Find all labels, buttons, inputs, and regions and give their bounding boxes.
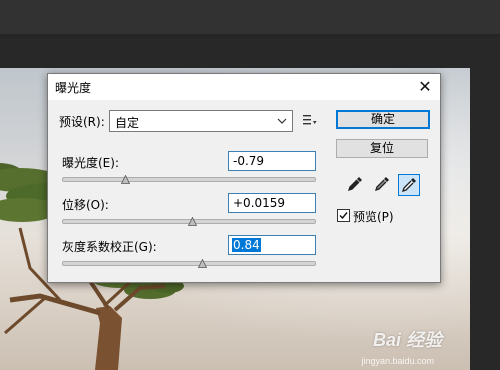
dialog-titlebar[interactable]: 曝光度 ✕ — [48, 74, 440, 100]
offset-label: 位移(O): — [62, 198, 109, 212]
exposure-slider-track[interactable] — [62, 177, 316, 182]
white-point-eyedropper-icon[interactable] — [398, 174, 420, 196]
gamma-label: 灰度系数校正(G): — [62, 240, 157, 254]
exposure-label: 曝光度(E): — [62, 156, 119, 170]
preview-label: 预览(P) — [353, 210, 394, 224]
exposure-value: -0.79 — [233, 154, 265, 168]
preset-select[interactable]: 自定 — [109, 110, 293, 132]
preset-options-icon[interactable] — [302, 113, 318, 127]
workspace-gutter — [470, 38, 500, 370]
preset-label: 预设(R): — [59, 115, 105, 129]
preset-value: 自定 — [115, 116, 140, 130]
gray-point-eyedropper-icon[interactable] — [372, 174, 392, 194]
gamma-input[interactable]: 0.84 — [228, 235, 316, 255]
dialog-title: 曝光度 — [55, 81, 92, 95]
ok-button[interactable]: 确定 — [336, 110, 430, 129]
exposure-dialog: 曝光度 ✕ 预设(R): 自定 曝光度(E): -0.79 位移(O): +0.… — [47, 73, 441, 283]
exposure-slider-thumb[interactable] — [121, 175, 131, 184]
black-point-eyedropper-icon[interactable] — [345, 174, 365, 194]
gamma-value: 0.84 — [232, 238, 261, 252]
offset-slider-thumb[interactable] — [187, 217, 197, 226]
workspace-top-bar — [0, 0, 500, 34]
offset-input[interactable]: +0.0159 — [228, 193, 316, 213]
check-icon — [339, 212, 348, 220]
watermark-url: jingyan.baidu.com — [361, 356, 434, 366]
document-tab-strip — [0, 34, 500, 38]
gamma-slider-thumb[interactable] — [197, 259, 207, 268]
close-icon[interactable]: ✕ — [410, 74, 440, 100]
preview-checkbox[interactable] — [337, 209, 350, 222]
watermark-brand: Bai 经验 — [372, 330, 442, 350]
reset-button[interactable]: 复位 — [336, 139, 428, 158]
chevron-down-icon — [277, 118, 287, 124]
offset-value: +0.0159 — [233, 196, 286, 210]
gamma-slider-track[interactable] — [62, 261, 316, 266]
exposure-input[interactable]: -0.79 — [228, 151, 316, 171]
